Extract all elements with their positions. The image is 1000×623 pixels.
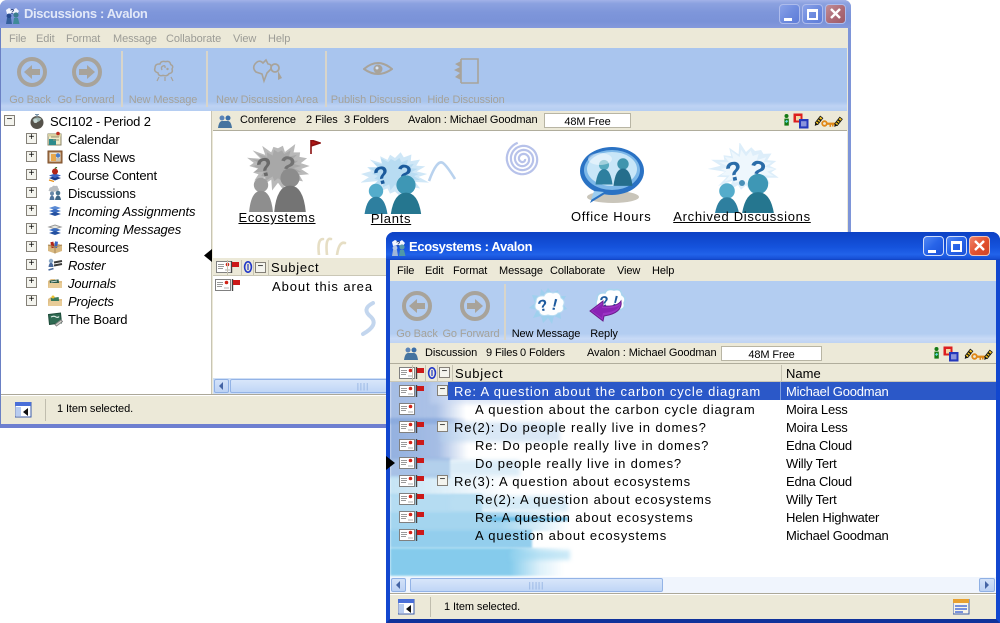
svg-text:?: ?: [396, 241, 400, 248]
svg-text:?: ?: [10, 9, 14, 16]
